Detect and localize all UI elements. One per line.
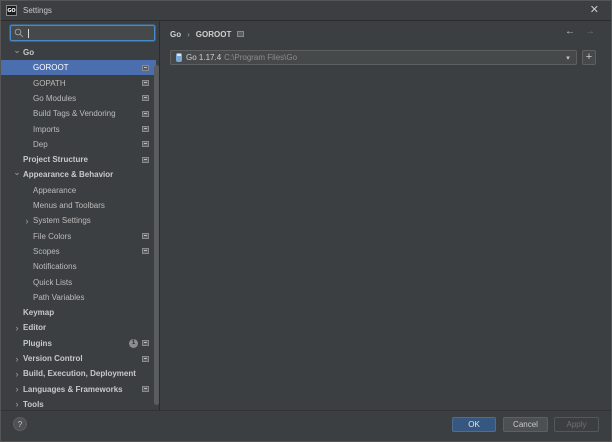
tree-item-go[interactable]: ⌄ Go [1,45,156,60]
add-sdk-button[interactable]: + [582,50,596,65]
chevron-right-icon[interactable]: › [13,323,21,333]
text-caret [28,28,29,38]
tree-item-dep[interactable]: Dep [1,137,156,152]
tree-item-label: Appearance & Behavior [23,170,114,180]
project-scope-icon [142,141,149,148]
tree-item-plugins[interactable]: Plugins 1 [1,336,156,351]
tree-item-label: Imports [33,124,60,134]
help-button[interactable]: ? [13,417,27,431]
project-scope-icon [142,126,149,132]
cancel-button[interactable]: Cancel [503,417,548,432]
project-scope-icon [142,80,149,87]
tree-item-gopath[interactable]: GOPATH [1,76,156,91]
project-scope-icon [142,386,149,393]
chevron-down-icon[interactable]: ⌄ [13,45,21,55]
chevron-right-icon[interactable]: › [13,384,21,394]
breadcrumb: Go › GOROOT [170,28,245,40]
tree-item-label: Notifications [33,262,77,272]
project-scope-icon [142,233,149,240]
tree-item-menus-and-toolbars[interactable]: Menus and Toolbars [1,198,156,213]
project-scope-icon [142,110,149,117]
tree-item-scopes[interactable]: Scopes [1,244,156,259]
tree-item-path-variables[interactable]: Path Variables [1,290,156,305]
tree-item-label: Build, Execution, Deployment [23,369,136,379]
sidebar-scrollbar[interactable] [154,65,159,405]
tree-item-label: GOPATH [33,78,66,88]
chevron-right-icon[interactable]: › [13,354,21,364]
tree-item-label: Dep [33,139,48,149]
tree-item-editor[interactable]: › Editor [1,320,156,335]
chevron-right-icon[interactable]: › [13,399,21,409]
project-scope-icon [142,355,149,362]
tree-item-label: Plugins [23,338,52,348]
tree-item-label: Languages & Frameworks [23,384,123,394]
tree-item-label: Menus and Toolbars [33,201,105,210]
tree-item-build-execution-deployment[interactable]: › Build, Execution, Deployment [1,366,156,381]
breadcrumb-separator-icon: › [187,29,190,39]
tree-item-label: Version Control [23,354,83,363]
goroot-sdk-select[interactable]: Go 1.17.4 C:\Program Files\Go ▾ [170,50,577,65]
project-scope-icon [142,64,149,71]
tree-item-label: GOROOT [33,63,69,73]
tree-item-goroot[interactable]: GOROOT [1,60,156,76]
tree-item-go-modules[interactable]: Go Modules [1,91,156,106]
forward-arrow-icon[interactable]: → [585,26,595,37]
tree-item-label: System Settings [33,216,91,226]
tree-item-label: File Colors [33,231,72,241]
tree-item-imports[interactable]: Imports [1,122,156,137]
tree-item-label: Go [23,48,35,57]
window-title: Settings [23,6,52,15]
search-icon [13,27,25,39]
dialog-footer: ? OK Cancel Apply [1,410,611,441]
close-icon[interactable]: ✕ [590,4,599,16]
tree-item-label: Editor [23,323,47,333]
tree-item-label: Go Modules [33,93,77,103]
settings-content: Go › GOROOT ← → Go 1.17.4 C:\Program Fil… [161,21,611,410]
apply-button[interactable]: Apply [554,417,599,432]
tree-item-project-structure[interactable]: Project Structure [1,152,156,167]
tree-item-build-tags-vendoring[interactable]: Build Tags & Vendoring [1,106,156,121]
chevron-down-icon[interactable]: ⌄ [13,167,21,177]
chevron-down-icon[interactable]: ▾ [564,54,572,62]
update-count-badge: 1 [129,338,138,348]
tree-item-notifications[interactable]: Notifications [1,259,156,274]
project-scope-icon [142,156,149,163]
sdk-path: C:\Program Files\Go [224,53,298,62]
project-scope-icon [142,248,149,255]
tree-item-label: Quick Lists [33,277,73,287]
tree-item-label: Tools [23,399,44,409]
ok-button[interactable]: OK [452,417,496,432]
sdk-version: Go 1.17.4 [186,53,222,62]
settings-window: GO Settings ✕ ⌄ Go GOROOT GOPATH Go Modules B… [0,0,612,442]
tree-item-system-settings[interactable]: › System Settings [1,213,156,228]
title-bar[interactable]: GO Settings ✕ [1,1,611,21]
chevron-right-icon[interactable]: › [13,369,21,379]
tree-item-label: Appearance [33,185,77,195]
tree-item-label: Keymap [23,308,55,318]
back-arrow-icon[interactable]: ← [565,26,575,37]
goland-app-icon: GO [6,5,17,16]
navigation-arrows: ← → [565,26,595,37]
settings-search-input[interactable] [10,25,155,41]
tree-item-keymap[interactable]: Keymap [1,305,156,320]
tree-item-label: Build Tags & Vendoring [33,109,116,119]
tree-item-quick-lists[interactable]: Quick Lists [1,275,156,290]
project-scope-icon [142,95,149,102]
breadcrumb-current: GOROOT [195,29,232,39]
chevron-right-icon[interactable]: › [23,216,31,226]
tree-item-label: Scopes [33,246,60,256]
tree-item-version-control[interactable]: › Version Control [1,351,156,366]
tree-item-label: Path Variables [33,292,85,302]
project-scope-icon [237,31,245,37]
settings-sidebar: ⌄ Go GOROOT GOPATH Go Modules Build Tags & Ve… [1,21,160,410]
breadcrumb-parent[interactable]: Go [170,30,181,39]
tree-item-label: Project Structure [23,155,88,165]
go-sdk-icon [176,53,182,62]
tree-item-languages-frameworks[interactable]: › Languages & Frameworks [1,382,156,397]
project-scope-icon [142,340,149,347]
tree-item-file-colors[interactable]: File Colors [1,229,156,244]
tree-item-appearance[interactable]: Appearance [1,183,156,198]
tree-item-appearance-behavior[interactable]: ⌄ Appearance & Behavior [1,167,156,182]
